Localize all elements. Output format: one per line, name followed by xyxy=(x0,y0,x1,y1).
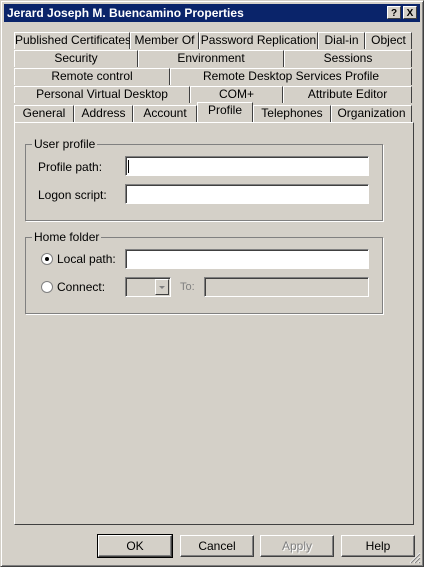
tab-remote-control[interactable]: Remote control xyxy=(14,68,170,85)
user-profile-legend: User profile xyxy=(32,137,98,151)
cancel-button[interactable]: Cancel xyxy=(180,535,254,557)
connect-radio[interactable] xyxy=(41,281,53,293)
connect-to-input[interactable] xyxy=(204,277,369,297)
profile-tab-panel: User profile Profile path: Logon script:… xyxy=(14,122,414,525)
tab-environment[interactable]: Environment xyxy=(138,50,284,67)
local-path-radio[interactable] xyxy=(41,253,53,265)
profile-path-label: Profile path: xyxy=(38,160,103,174)
to-label: To: xyxy=(180,281,195,293)
tab-sessions[interactable]: Sessions xyxy=(284,50,412,67)
ok-button[interactable]: OK xyxy=(97,534,173,558)
resize-grip-icon[interactable] xyxy=(409,552,421,564)
help-button[interactable]: Help xyxy=(341,535,415,557)
tab-account[interactable]: Account xyxy=(133,105,197,122)
tab-address[interactable]: Address xyxy=(74,105,133,122)
tab-password-replication[interactable]: Password Replication xyxy=(199,32,318,49)
local-path-input[interactable] xyxy=(125,249,369,269)
logon-script-input[interactable] xyxy=(125,184,369,204)
tab-object[interactable]: Object xyxy=(365,32,412,49)
apply-button[interactable]: Apply xyxy=(260,535,334,557)
user-profile-group: User profile Profile path: Logon script: xyxy=(25,137,383,221)
tab-personal-virtual-desktop[interactable]: Personal Virtual Desktop xyxy=(14,86,190,103)
tab-security[interactable]: Security xyxy=(14,50,138,67)
tab-dial-in[interactable]: Dial-in xyxy=(318,32,365,49)
tab-published-certificates[interactable]: Published Certificates xyxy=(14,32,131,49)
tab-general[interactable]: General xyxy=(14,105,74,122)
close-button[interactable]: X xyxy=(403,6,417,19)
window-title: Jerard Joseph M. Buencamino Properties xyxy=(7,6,244,20)
tab-com-plus[interactable]: COM+ xyxy=(190,86,283,103)
tab-remote-desktop-services-profile[interactable]: Remote Desktop Services Profile xyxy=(170,68,412,85)
radio-selected-dot xyxy=(45,257,49,261)
help-title-button[interactable]: ? xyxy=(387,6,401,19)
properties-dialog: Jerard Joseph M. Buencamino Properties ?… xyxy=(0,0,424,567)
home-folder-legend: Home folder xyxy=(32,230,102,244)
connect-label[interactable]: Connect: xyxy=(57,280,105,294)
home-folder-group: Home folder Local path: Connect: To: xyxy=(25,230,383,314)
text-cursor xyxy=(128,160,129,173)
title-bar[interactable]: Jerard Joseph M. Buencamino Properties ?… xyxy=(4,4,420,22)
tab-organization[interactable]: Organization xyxy=(331,105,412,122)
local-path-label[interactable]: Local path: xyxy=(57,252,116,266)
profile-path-input[interactable] xyxy=(125,156,369,176)
tab-profile[interactable]: Profile xyxy=(197,102,253,122)
connect-drive-combo[interactable] xyxy=(125,277,171,297)
tab-telephones[interactable]: Telephones xyxy=(253,105,331,122)
logon-script-label: Logon script: xyxy=(38,188,107,202)
tab-member-of[interactable]: Member Of xyxy=(130,32,199,49)
chevron-down-icon[interactable] xyxy=(155,279,169,295)
tab-attribute-editor[interactable]: Attribute Editor xyxy=(283,86,412,103)
